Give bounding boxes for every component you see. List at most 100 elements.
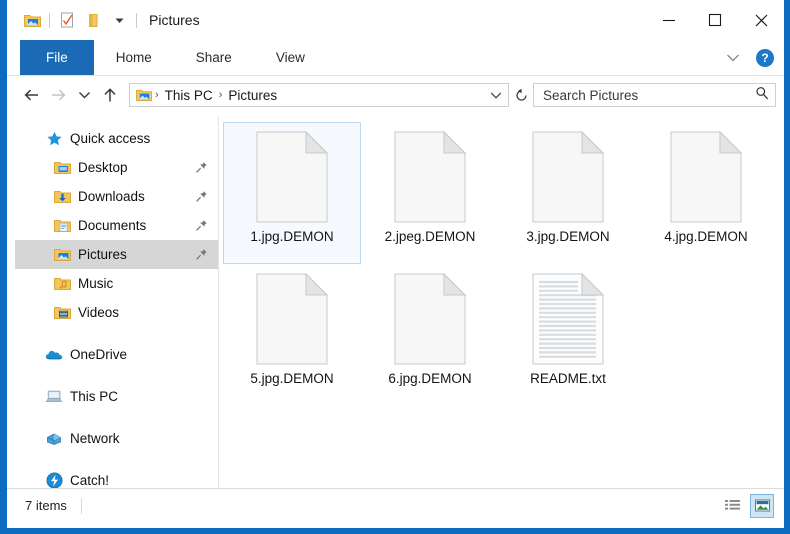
- file-item[interactable]: 5.jpg.DEMON: [223, 264, 361, 406]
- tab-share[interactable]: Share: [174, 40, 254, 75]
- file-name: 4.jpg.DEMON: [664, 229, 748, 244]
- file-list-pane[interactable]: 1.jpg.DEMON 2.jpeg.DEMON 3.jpg.DEMON 4.j…: [219, 114, 784, 488]
- item-count-label: 7 items: [25, 498, 67, 513]
- file-name: 5.jpg.DEMON: [250, 371, 334, 386]
- file-item[interactable]: 6.jpg.DEMON: [361, 264, 499, 406]
- sidebar-item-network[interactable]: Network: [15, 424, 218, 453]
- sidebar-label-network: Network: [70, 431, 120, 446]
- text-document-icon: [522, 271, 614, 367]
- network-icon: [45, 430, 63, 448]
- sidebar-label-music: Music: [78, 276, 114, 291]
- blank-document-icon: [246, 129, 338, 225]
- catch-icon: [45, 472, 63, 490]
- videos-folder-icon: [53, 304, 71, 322]
- breadcrumb-bar[interactable]: › This PC › Pictures: [129, 83, 509, 107]
- pictures-folder-icon[interactable]: [19, 7, 45, 33]
- back-button[interactable]: [19, 82, 45, 108]
- blank-document-icon: [246, 271, 338, 367]
- sidebar-item-music[interactable]: Music: [15, 269, 218, 298]
- up-button[interactable]: [97, 82, 123, 108]
- sidebar-gap-2: [7, 369, 218, 382]
- file-name: README.txt: [530, 371, 606, 386]
- window-controls: [646, 0, 784, 40]
- pin-icon-pictures[interactable]: [194, 248, 208, 262]
- music-folder-icon: [53, 275, 71, 293]
- onedrive-cloud-icon: [45, 346, 63, 364]
- breadcrumb-separator-1: ›: [218, 89, 223, 101]
- help-icon[interactable]: ?: [756, 49, 774, 67]
- blank-document-icon: [384, 271, 476, 367]
- sidebar-label-onedrive: OneDrive: [70, 347, 128, 362]
- minimize-button[interactable]: [646, 0, 692, 40]
- view-mode-buttons: [720, 493, 774, 518]
- sidebar-item-onedrive[interactable]: OneDrive: [15, 340, 218, 369]
- star-icon: [45, 130, 63, 148]
- sidebar-item-desktop[interactable]: Desktop: [15, 153, 218, 182]
- sidebar-label-desktop: Desktop: [78, 160, 128, 175]
- file-item[interactable]: 3.jpg.DEMON: [499, 122, 637, 264]
- sidebar-gap-4: [7, 453, 218, 466]
- chevron-down-icon[interactable]: [720, 45, 746, 71]
- window-title: Pictures: [149, 12, 200, 28]
- search-box[interactable]: [533, 83, 776, 107]
- file-item[interactable]: 1.jpg.DEMON: [223, 122, 361, 264]
- file-name: 6.jpg.DEMON: [388, 371, 472, 386]
- breadcrumb-separator-0: ›: [155, 89, 159, 101]
- properties-icon[interactable]: [54, 7, 80, 33]
- file-item[interactable]: 2.jpeg.DEMON: [361, 122, 499, 264]
- close-button[interactable]: [738, 0, 784, 40]
- file-explorer-window: PC ZZ risk.com: [0, 0, 790, 534]
- file-name: 3.jpg.DEMON: [526, 229, 610, 244]
- file-name: 2.jpeg.DEMON: [384, 229, 476, 244]
- pin-icon-desktop[interactable]: [194, 161, 208, 175]
- blank-document-icon: [522, 129, 614, 225]
- recent-locations-button[interactable]: [71, 82, 97, 108]
- sidebar-item-this-pc[interactable]: This PC: [15, 382, 218, 411]
- forward-button[interactable]: [45, 82, 71, 108]
- sidebar-label-catch: Catch!: [70, 473, 110, 488]
- refresh-button[interactable]: [509, 82, 533, 108]
- breadcrumb-this-pc[interactable]: This PC: [162, 88, 216, 103]
- sidebar-gap-3: [7, 411, 218, 424]
- breadcrumb-dropdown-icon[interactable]: [486, 91, 506, 100]
- pictures-folder-icon: [53, 246, 71, 264]
- address-bar: › This PC › Pictures: [7, 76, 784, 114]
- navigation-pane: Quick access Desktop Downloads Documents…: [7, 114, 218, 490]
- search-input[interactable]: [543, 87, 755, 103]
- pin-icon-downloads[interactable]: [194, 190, 208, 204]
- sidebar-label-downloads: Downloads: [78, 189, 145, 204]
- this-pc-icon: [45, 388, 63, 406]
- status-bar: 7 items: [7, 488, 784, 522]
- blank-document-icon: [384, 129, 476, 225]
- sidebar-gap-1: [7, 327, 218, 340]
- sidebar-item-documents[interactable]: Documents: [15, 211, 218, 240]
- desktop-folder-icon: [53, 159, 71, 177]
- sidebar-item-videos[interactable]: Videos: [15, 298, 218, 327]
- customize-chevron-icon[interactable]: [106, 7, 132, 33]
- tab-home[interactable]: Home: [94, 40, 174, 75]
- file-grid: 1.jpg.DEMON 2.jpeg.DEMON 3.jpg.DEMON 4.j…: [223, 122, 784, 406]
- title-bar: Pictures: [7, 0, 784, 40]
- sidebar-item-downloads[interactable]: Downloads: [15, 182, 218, 211]
- pin-icon-documents[interactable]: [194, 219, 208, 233]
- file-item[interactable]: 4.jpg.DEMON: [637, 122, 775, 264]
- tab-file[interactable]: File: [20, 40, 94, 75]
- status-divider: [80, 497, 82, 514]
- breadcrumb-folder-icon[interactable]: [136, 88, 152, 102]
- tab-view[interactable]: View: [254, 40, 327, 75]
- sidebar-item-quick-access[interactable]: Quick access: [15, 124, 218, 153]
- breadcrumb-pictures[interactable]: Pictures: [225, 88, 280, 103]
- sidebar-label-documents: Documents: [78, 218, 147, 233]
- search-icon[interactable]: [755, 86, 769, 105]
- file-item[interactable]: README.txt: [499, 264, 637, 406]
- new-folder-icon[interactable]: [80, 7, 106, 33]
- sidebar-item-pictures[interactable]: Pictures: [15, 240, 218, 269]
- sidebar-label-videos: Videos: [78, 305, 120, 320]
- sidebar-label-this-pc: This PC: [70, 389, 119, 404]
- maximize-button[interactable]: [692, 0, 738, 40]
- quick-access-toolbar: Pictures: [7, 7, 200, 33]
- large-icons-view-button[interactable]: [750, 493, 774, 518]
- blank-document-icon: [660, 129, 752, 225]
- details-view-button[interactable]: [720, 494, 744, 518]
- file-name: 1.jpg.DEMON: [250, 229, 334, 244]
